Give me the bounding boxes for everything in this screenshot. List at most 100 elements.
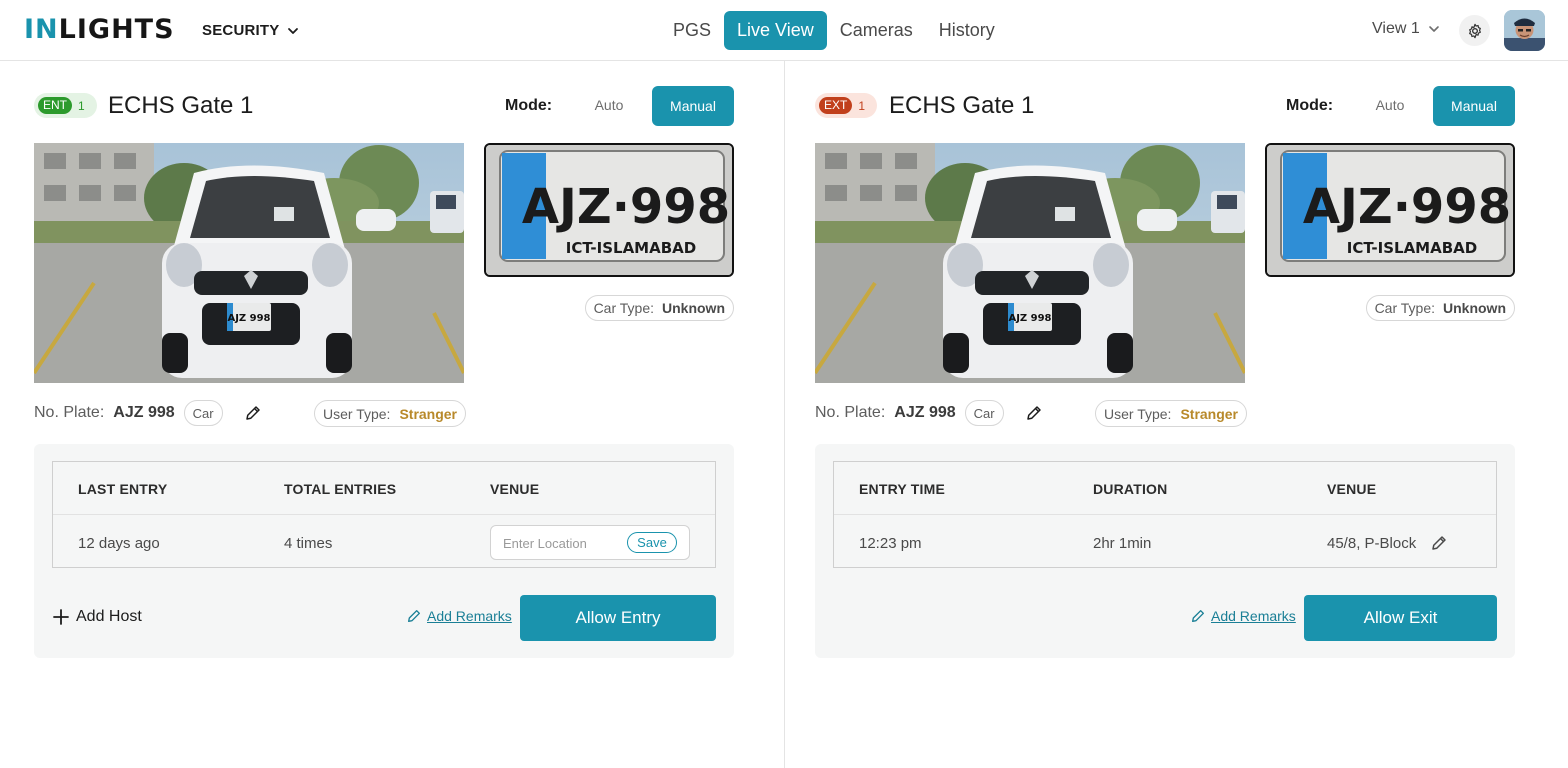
add-host-button[interactable]: Add Host <box>52 608 142 626</box>
table-header-row: LAST ENTRY TOTAL ENTRIES VENUE <box>53 462 715 515</box>
badge-number: 1 <box>858 98 866 113</box>
svg-text:ICT-ISLAMABAD: ICT-ISLAMABAD <box>1347 239 1477 257</box>
gear-icon <box>1468 23 1481 38</box>
exit-stats-table: ENTRY TIME DURATION VENUE 12:23 pm 2hr 1… <box>833 461 1497 568</box>
column-header: TOTAL ENTRIES <box>284 481 397 497</box>
pencil-icon <box>1026 406 1041 420</box>
add-remarks-link[interactable]: Add Remarks <box>1190 608 1296 624</box>
org-selector[interactable]: SECURITY <box>202 22 301 39</box>
svg-text:ICT-ISLAMABAD: ICT-ISLAMABAD <box>566 239 696 257</box>
duration-value: 2hr 1min <box>1093 535 1152 552</box>
plate-value: AJZ 998 <box>894 404 956 421</box>
exit-gate-panel: EXT 1 ECHS Gate 1 Mode: Auto Manual AJZ … <box>815 61 1515 768</box>
entry-info-box: LAST ENTRY TOTAL ENTRIES VENUE 12 days a… <box>34 444 734 658</box>
allow-exit-button[interactable]: Allow Exit <box>1304 595 1497 641</box>
mode-auto-button[interactable]: Auto <box>1357 86 1423 125</box>
save-location-button[interactable]: Save <box>627 532 677 553</box>
gate-header: ENT 1 ECHS Gate 1 Mode: Auto Manual <box>34 84 734 126</box>
car-type-label: Car Type: <box>593 300 654 316</box>
entry-stats-table: LAST ENTRY TOTAL ENTRIES VENUE 12 days a… <box>52 461 716 568</box>
column-header: VENUE <box>490 481 540 497</box>
org-label: SECURITY <box>202 22 280 39</box>
vehicle-capture-image: AJZ 998 <box>815 143 1245 383</box>
svg-text:AJZ·998: AJZ·998 <box>522 179 730 235</box>
user-avatar[interactable] <box>1504 10 1545 51</box>
plate-row: No. Plate: AJZ 998 Car <box>34 400 263 426</box>
badge-number: 1 <box>78 98 85 113</box>
mode-manual-button[interactable]: Manual <box>1433 86 1515 126</box>
chevron-down-icon <box>288 27 299 34</box>
car-type-value: Unknown <box>662 300 725 316</box>
user-type-label: User Type: <box>323 405 391 422</box>
chevron-down-icon <box>1428 26 1439 32</box>
exit-badge: EXT 1 <box>815 93 878 118</box>
last-entry-value: 12 days ago <box>78 535 160 552</box>
app-logo[interactable]: INLIGHTS <box>24 14 175 45</box>
venue-value: 45/8, P-Block <box>1327 535 1417 552</box>
entry-time-value: 12:23 pm <box>859 535 922 552</box>
user-type-label: User Type: <box>1104 405 1172 422</box>
logo-wordmark: INLIGHTS <box>24 14 175 45</box>
user-type-badge: User Type: Stranger <box>314 400 467 427</box>
edit-plate-button[interactable] <box>1024 403 1044 423</box>
nav-tab-cameras[interactable]: Cameras <box>827 11 926 50</box>
nav-tab-pgs[interactable]: PGS <box>660 11 724 50</box>
car-type-badge: Car Type: Unknown <box>1365 295 1515 321</box>
panel-divider <box>784 61 785 768</box>
location-field: Save <box>490 525 690 560</box>
vehicle-capture-image: AJZ 998 <box>34 143 464 383</box>
gate-title: ECHS Gate 1 <box>108 92 254 119</box>
nav-tab-history[interactable]: History <box>926 11 1008 50</box>
mode-manual-button[interactable]: Manual <box>652 86 734 126</box>
view-selector[interactable]: View 1 <box>1372 20 1442 38</box>
plate-row: No. Plate: AJZ 998 Car <box>815 400 1044 426</box>
badge-tag: ENT <box>38 97 72 114</box>
plate-label: No. Plate: <box>815 404 886 421</box>
mode-label: Mode: <box>505 97 553 114</box>
add-remarks-label: Add Remarks <box>1211 608 1296 624</box>
nav-tab-live-view[interactable]: Live View <box>724 11 827 50</box>
add-host-label: Add Host <box>76 608 142 625</box>
entry-badge: ENT 1 <box>34 93 97 118</box>
add-remarks-label: Add Remarks <box>427 608 512 624</box>
car-type-label: Car Type: <box>1374 300 1435 316</box>
entry-gate-panel: ENT 1 ECHS Gate 1 Mode: Auto Manual AJZ … <box>34 61 734 768</box>
pencil-icon <box>1192 610 1204 622</box>
license-plate-image: AJZ·998 ICT-ISLAMABAD <box>484 143 734 277</box>
column-header: ENTRY TIME <box>859 481 946 497</box>
edit-venue-button[interactable] <box>1430 534 1448 552</box>
allow-entry-button[interactable]: Allow Entry <box>520 595 716 641</box>
top-bar: INLIGHTS SECURITY PGS Live View Cameras … <box>0 0 1568 61</box>
location-input[interactable] <box>503 534 621 552</box>
mode-auto-button[interactable]: Auto <box>576 86 642 125</box>
column-header: DURATION <box>1093 481 1168 497</box>
total-entries-value: 4 times <box>284 535 333 552</box>
car-type-value: Unknown <box>1443 300 1506 316</box>
mode-label: Mode: <box>1286 97 1334 114</box>
pencil-icon <box>245 406 260 420</box>
edit-plate-button[interactable] <box>243 403 263 423</box>
svg-text:AJZ·998: AJZ·998 <box>1303 179 1511 235</box>
settings-button[interactable] <box>1459 15 1490 46</box>
user-type-value: Stranger <box>1180 405 1239 422</box>
main-nav: PGS Live View Cameras History <box>660 11 1008 50</box>
vehicle-type-pill: Car <box>183 400 223 426</box>
column-header: LAST ENTRY <box>78 481 168 497</box>
vehicle-type-pill: Car <box>964 400 1004 426</box>
column-header: VENUE <box>1327 481 1377 497</box>
license-plate-image: AJZ·998 ICT-ISLAMABAD <box>1265 143 1515 277</box>
plate-value: AJZ 998 <box>113 404 175 421</box>
table-header-row: ENTRY TIME DURATION VENUE <box>834 462 1496 515</box>
pencil-icon <box>408 610 420 622</box>
gate-header: EXT 1 ECHS Gate 1 Mode: Auto Manual <box>815 84 1515 126</box>
add-remarks-link[interactable]: Add Remarks <box>406 608 512 624</box>
exit-info-box: ENTRY TIME DURATION VENUE 12:23 pm 2hr 1… <box>815 444 1515 658</box>
gate-title: ECHS Gate 1 <box>889 92 1035 119</box>
svg-text:AJZ 998: AJZ 998 <box>1008 313 1051 324</box>
view-label: View 1 <box>1372 20 1420 37</box>
pencil-icon <box>1432 536 1446 550</box>
plate-label: No. Plate: <box>34 404 105 421</box>
badge-tag: EXT <box>819 97 853 114</box>
svg-text:AJZ 998: AJZ 998 <box>227 313 270 324</box>
avatar-image <box>1504 10 1545 51</box>
